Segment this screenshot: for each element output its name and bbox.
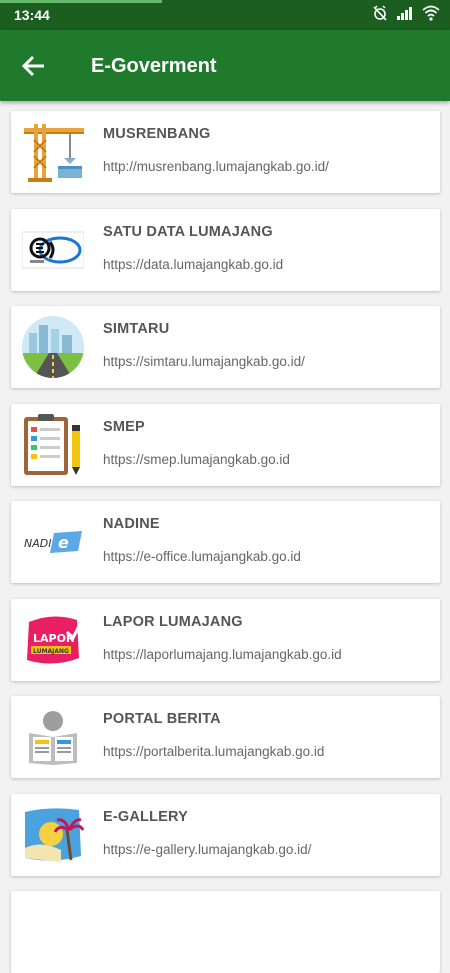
- crane-icon: [19, 119, 87, 185]
- beach-gallery-icon: [19, 802, 87, 868]
- status-time: 13:44: [14, 7, 50, 23]
- clipboard-icon: [19, 412, 87, 478]
- item-title: PORTAL BERITA: [103, 711, 221, 727]
- item-url: https://portalberita.lumajangkab.go.id: [103, 744, 325, 759]
- item-url: https://e-office.lumajangkab.go.id: [103, 549, 301, 564]
- signal-icon: [397, 7, 412, 20]
- item-url: https://laporlumajang.lumajangkab.go.id: [103, 647, 342, 662]
- svg-text:LUMAJANG: LUMAJANG: [33, 648, 69, 655]
- item-title: LAPOR LUMAJANG: [103, 614, 243, 630]
- wifi-icon: [422, 5, 440, 21]
- satu-data-logo-icon: [19, 217, 87, 283]
- item-title: MUSRENBANG: [103, 126, 211, 142]
- status-bar: 13:44: [0, 0, 450, 30]
- status-icons: [372, 5, 440, 21]
- back-button[interactable]: [18, 50, 50, 82]
- item-title: SIMTARU: [103, 321, 170, 337]
- loading-progress-bar: [0, 0, 162, 3]
- list-item-lapor-lumajang[interactable]: LAPOR LUMAJANG LAPOR LUMAJANG https://la…: [11, 599, 440, 681]
- item-url: https://e-gallery.lumajangkab.go.id/: [103, 842, 312, 857]
- svg-text:e: e: [58, 533, 69, 552]
- city-road-icon: [19, 314, 87, 380]
- nadine-logo-icon: NADI e: [19, 509, 87, 575]
- lapor-logo-icon: LAPOR LUMAJANG: [19, 607, 87, 673]
- svg-text:NADI: NADI: [24, 537, 51, 550]
- list-item-nadine[interactable]: NADI e NADINE https://e-office.lumajangk…: [11, 501, 440, 583]
- item-title: E-GALLERY: [103, 809, 189, 825]
- item-url: https://smep.lumajangkab.go.id: [103, 452, 290, 467]
- page-title: E-Goverment: [91, 55, 217, 77]
- alarm-off-icon: [373, 5, 387, 21]
- item-url: https://simtaru.lumajangkab.go.id/: [103, 354, 305, 369]
- app-bar: E-Goverment: [0, 30, 450, 101]
- list-item-satu-data-lumajang[interactable]: SATU DATA LUMAJANG https://data.lumajang…: [11, 209, 440, 291]
- list-item-musrenbang[interactable]: MUSRENBANG http://musrenbang.lumajangkab…: [11, 111, 440, 193]
- list-item-portal-berita[interactable]: PORTAL BERITA https://portalberita.lumaj…: [11, 696, 440, 778]
- list-item-e-gallery[interactable]: E-GALLERY https://e-gallery.lumajangkab.…: [11, 794, 440, 876]
- list-item-simtaru[interactable]: SIMTARU https://simtaru.lumajangkab.go.i…: [11, 306, 440, 388]
- item-url: http://musrenbang.lumajangkab.go.id/: [103, 159, 329, 174]
- item-title: NADINE: [103, 516, 160, 532]
- arrow-left-icon: [21, 55, 44, 77]
- list-item-smep[interactable]: SMEP https://smep.lumajangkab.go.id: [11, 404, 440, 486]
- newspaper-reader-icon: [19, 704, 87, 770]
- item-url: https://data.lumajangkab.go.id: [103, 257, 284, 272]
- list-item-partial[interactable]: [11, 891, 440, 973]
- item-title: SMEP: [103, 419, 145, 435]
- item-title: SATU DATA LUMAJANG: [103, 224, 273, 240]
